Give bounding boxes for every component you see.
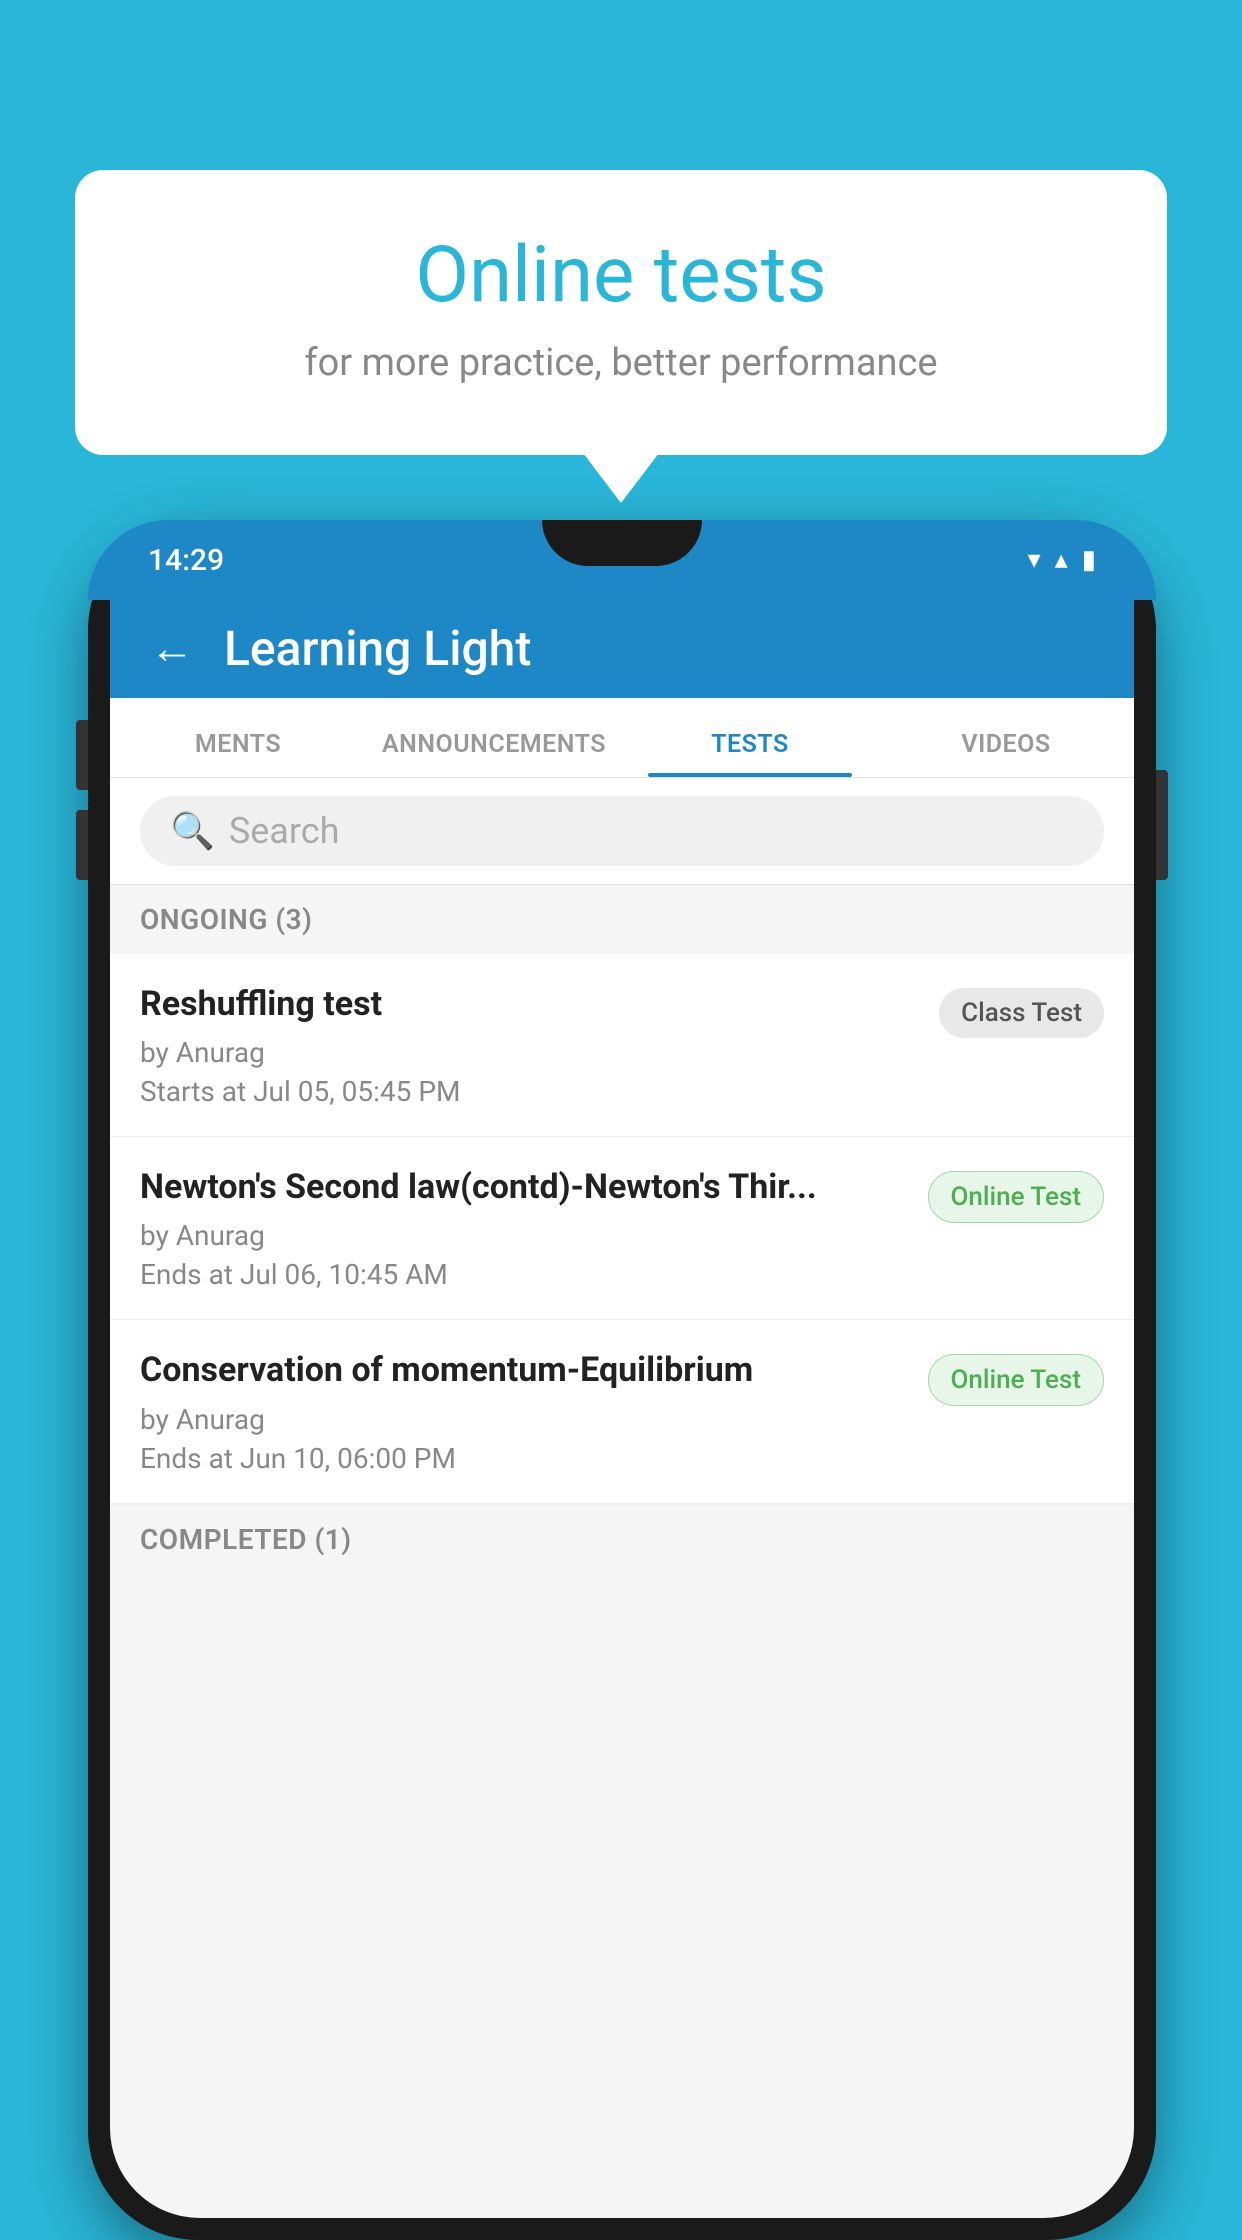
app-header: ← Learning Light [110, 598, 1134, 698]
search-container: 🔍 Search [110, 778, 1134, 885]
test-item-conservation[interactable]: Conservation of momentum-Equilibrium by … [110, 1320, 1134, 1503]
test-item-newton[interactable]: Newton's Second law(contd)-Newton's Thir… [110, 1137, 1134, 1320]
test-info: Reshuffling test by Anurag Starts at Jul… [140, 982, 939, 1108]
status-time: 14:29 [148, 543, 224, 578]
test-by: by Anurag [140, 1036, 919, 1069]
test-info: Newton's Second law(contd)-Newton's Thir… [140, 1165, 928, 1291]
phone-frame: 14:29 ▾ ▴ ▮ ← Learning Light MENTS ANNOU… [88, 520, 1156, 2240]
test-date: Ends at Jun 10, 06:00 PM [140, 1442, 908, 1475]
volume-up-button[interactable] [76, 720, 88, 790]
status-icons: ▾ ▴ ▮ [1028, 545, 1096, 575]
power-button[interactable] [1156, 770, 1168, 880]
test-badge-online: Online Test [928, 1171, 1105, 1223]
test-name: Conservation of momentum-Equilibrium [140, 1348, 908, 1392]
search-placeholder: Search [229, 810, 340, 852]
completed-section-header: COMPLETED (1) [110, 1504, 1134, 1574]
tab-tests[interactable]: TESTS [622, 730, 878, 777]
phone-screen: ← Learning Light MENTS ANNOUNCEMENTS TES… [110, 598, 1134, 2218]
volume-down-button[interactable] [76, 810, 88, 880]
search-icon: 🔍 [170, 810, 215, 852]
test-by: by Anurag [140, 1219, 908, 1252]
promo-subtitle: for more practice, better performance [125, 341, 1117, 385]
test-info: Conservation of momentum-Equilibrium by … [140, 1348, 928, 1474]
promo-card: Online tests for more practice, better p… [75, 170, 1167, 455]
search-input-wrap[interactable]: 🔍 Search [140, 796, 1104, 866]
test-by: by Anurag [140, 1403, 908, 1436]
battery-icon: ▮ [1082, 545, 1096, 575]
tab-announcements[interactable]: ANNOUNCEMENTS [366, 730, 622, 777]
test-badge-online: Online Test [928, 1354, 1105, 1406]
signal-icon: ▴ [1055, 545, 1068, 575]
test-date: Starts at Jul 05, 05:45 PM [140, 1075, 919, 1108]
test-name: Reshuffling test [140, 982, 919, 1026]
ongoing-section-header: ONGOING (3) [110, 885, 1134, 954]
app-title: Learning Light [224, 620, 531, 677]
tab-ments[interactable]: MENTS [110, 730, 366, 777]
test-item-reshuffling[interactable]: Reshuffling test by Anurag Starts at Jul… [110, 954, 1134, 1137]
back-button[interactable]: ← [150, 626, 194, 670]
test-name: Newton's Second law(contd)-Newton's Thir… [140, 1165, 908, 1209]
wifi-icon: ▾ [1028, 545, 1041, 575]
tab-videos[interactable]: VIDEOS [878, 730, 1134, 777]
test-badge-class: Class Test [939, 988, 1104, 1038]
tabs-bar: MENTS ANNOUNCEMENTS TESTS VIDEOS [110, 698, 1134, 778]
promo-title: Online tests [125, 230, 1117, 321]
status-bar: 14:29 ▾ ▴ ▮ [88, 520, 1156, 600]
phone-notch [542, 520, 702, 566]
test-date: Ends at Jul 06, 10:45 AM [140, 1258, 908, 1291]
